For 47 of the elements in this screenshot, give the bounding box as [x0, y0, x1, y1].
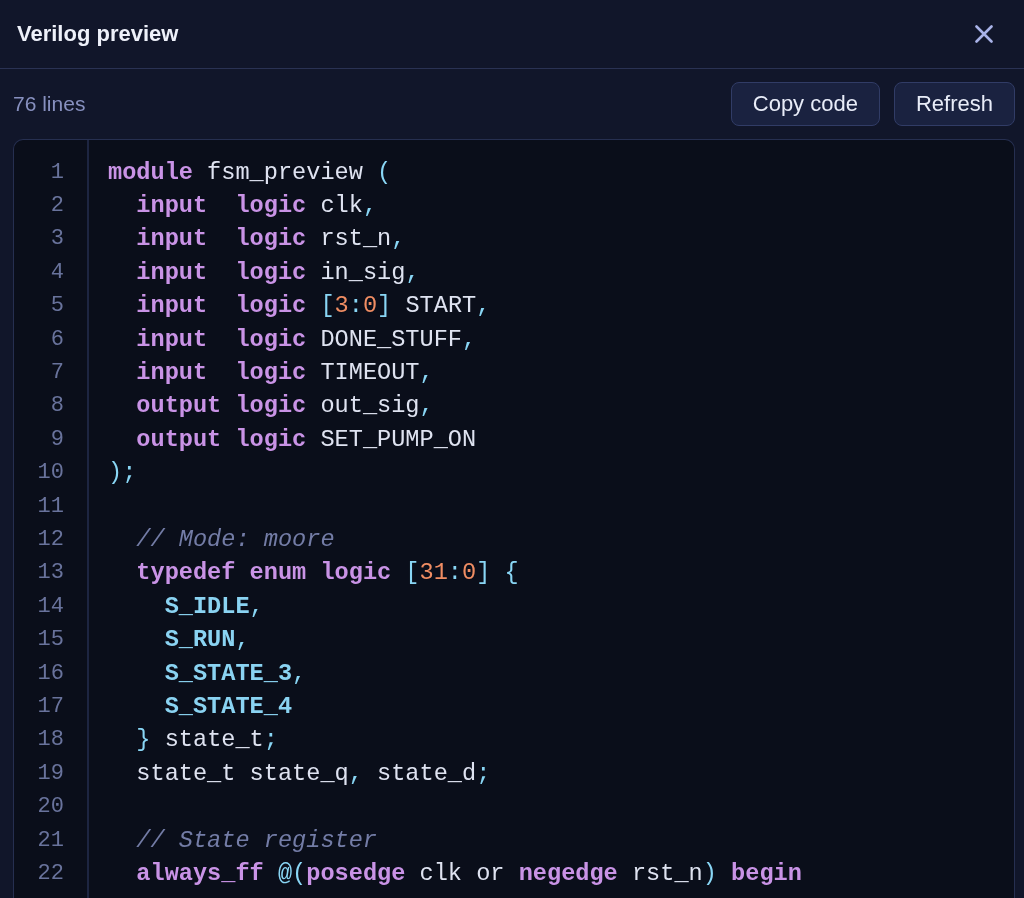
code-line: // Mode: moore	[136, 526, 335, 554]
line-number: 7	[50, 360, 64, 387]
code-line: always_ff @(posedge clk or negedge rst_n) begin	[136, 859, 802, 888]
line-number: 22	[37, 860, 64, 887]
line-number: 11	[37, 493, 64, 520]
line-number: 18	[37, 727, 64, 754]
refresh-button[interactable]: Refresh	[893, 82, 1015, 126]
code-line: input logic DONE_STUFF,	[136, 325, 477, 354]
code-line: );	[108, 459, 137, 488]
code-line: input logic [3:0] START,	[136, 292, 491, 321]
code-line: input logic in_sig,	[136, 258, 420, 287]
line-number: 19	[37, 760, 64, 787]
line-count: 76 lines	[13, 92, 86, 116]
code-line: output logic out_sig,	[136, 392, 434, 421]
code-line: output logic SET_PUMP_ON	[136, 425, 477, 454]
code-line: input logic TIMEOUT,	[136, 359, 434, 388]
code-line: module fsm_preview (	[108, 158, 392, 187]
code-line: } state_t;	[136, 726, 278, 755]
line-number: 9	[50, 426, 64, 453]
line-number: 2	[50, 193, 64, 220]
code-line: S_STATE_4	[164, 692, 293, 721]
copy-code-button[interactable]: Copy code	[730, 82, 880, 126]
line-number: 16	[37, 660, 64, 687]
code-line: S_IDLE,	[164, 592, 264, 621]
line-number: 8	[50, 393, 64, 420]
line-number: 15	[37, 627, 64, 654]
line-number: 10	[37, 460, 64, 487]
line-number: 17	[37, 693, 64, 720]
line-number: 12	[37, 527, 64, 553]
code-line: // State register	[136, 826, 378, 855]
code-line: input logic rst_n,	[136, 225, 406, 254]
line-number: 5	[50, 293, 64, 320]
code-line: state_t state_q, state_d;	[136, 759, 491, 788]
code-line: typedef enum logic [31:0] {	[136, 559, 519, 588]
line-number: 14	[37, 593, 64, 620]
code-line: S_RUN,	[164, 626, 250, 655]
line-number: 1	[50, 159, 64, 186]
line-number: 6	[50, 326, 64, 353]
code-line: input logic clk,	[136, 192, 378, 221]
line-number: 21	[37, 827, 64, 854]
code-line: S_STATE_3,	[164, 659, 307, 688]
line-number: 3	[50, 226, 64, 253]
window-title: Verilog preview	[17, 20, 179, 48]
line-number: 4	[50, 259, 64, 286]
line-number: 13	[37, 560, 64, 587]
close-icon	[975, 25, 993, 43]
line-number: 20	[37, 794, 64, 821]
